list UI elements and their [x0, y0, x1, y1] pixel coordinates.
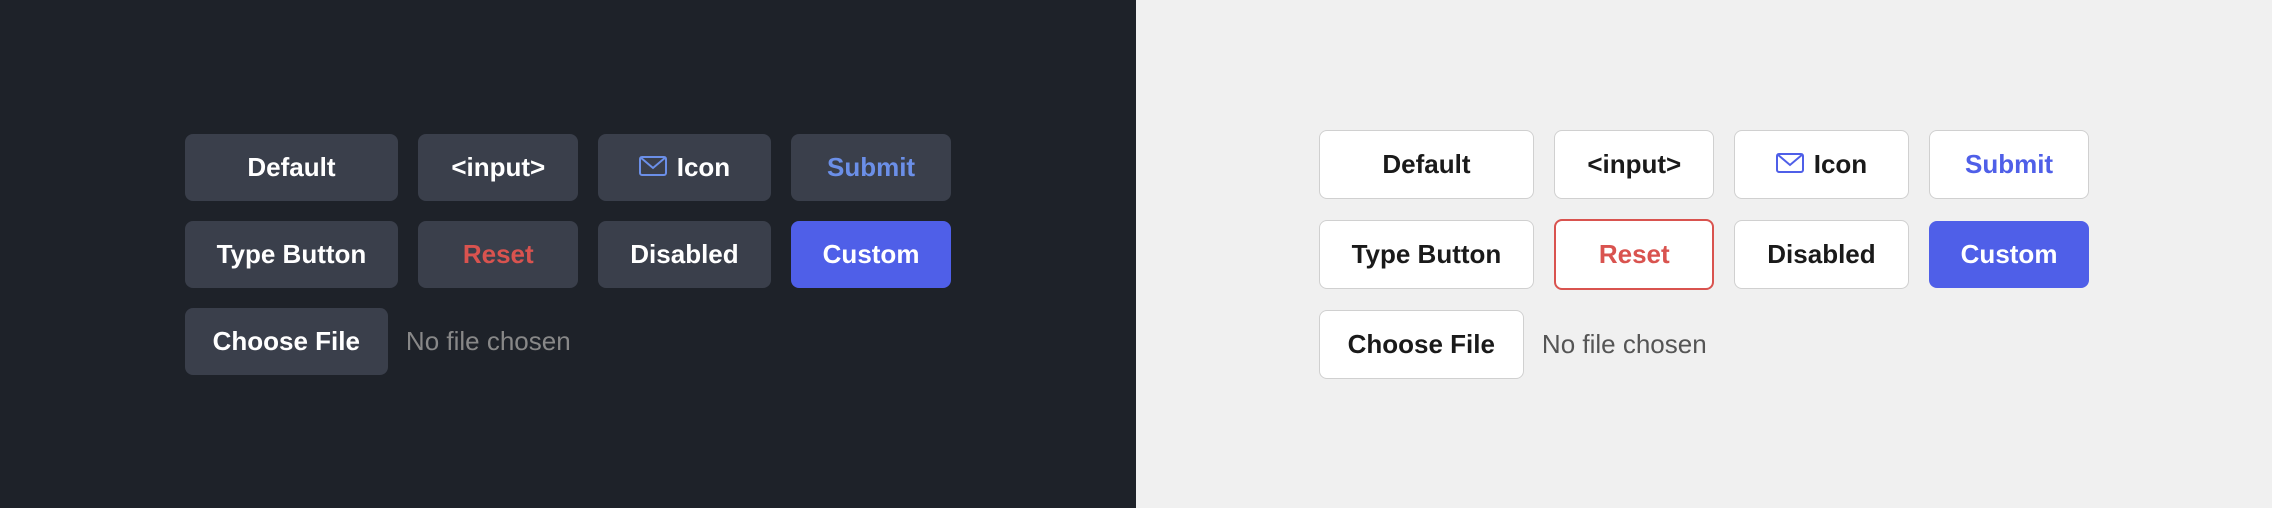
dark-custom-label: Custom	[823, 239, 920, 270]
light-input-label: <input>	[1587, 149, 1681, 180]
light-icon-label: Icon	[1814, 149, 1867, 180]
light-input-button[interactable]: <input>	[1554, 130, 1714, 199]
dark-icon-label: Icon	[677, 152, 730, 183]
light-custom-button[interactable]: Custom	[1929, 221, 2090, 288]
dark-submit-label: Submit	[827, 152, 915, 183]
envelope-icon-light	[1776, 149, 1804, 180]
light-choose-file-button[interactable]: Choose File	[1319, 310, 1524, 379]
dark-default-label: Default	[247, 152, 335, 183]
light-disabled-label: Disabled	[1767, 239, 1875, 270]
light-custom-label: Custom	[1961, 239, 2058, 270]
dark-type-button-button[interactable]: Type Button	[185, 221, 399, 288]
dark-panel: Default <input> Icon Submit Type Button …	[0, 0, 1136, 508]
light-reset-button[interactable]: Reset	[1554, 219, 1714, 290]
dark-custom-button[interactable]: Custom	[791, 221, 952, 288]
dark-icon-button[interactable]: Icon	[598, 134, 770, 201]
dark-disabled-button[interactable]: Disabled	[598, 221, 770, 288]
light-submit-button[interactable]: Submit	[1929, 130, 2090, 199]
light-default-label: Default	[1382, 149, 1470, 180]
light-icon-button[interactable]: Icon	[1734, 130, 1908, 199]
light-file-row: Choose File No file chosen	[1319, 310, 1715, 379]
dark-choose-file-button[interactable]: Choose File	[185, 308, 388, 375]
light-default-button[interactable]: Default	[1319, 130, 1535, 199]
dark-choose-file-label: Choose File	[213, 326, 360, 357]
dark-file-row: Choose File No file chosen	[185, 308, 579, 375]
dark-reset-label: Reset	[463, 239, 534, 270]
dark-input-button[interactable]: <input>	[418, 134, 578, 201]
light-submit-label: Submit	[1965, 149, 2053, 180]
light-button-grid: Default <input> Icon Submit Type Button …	[1319, 130, 2090, 379]
dark-submit-button[interactable]: Submit	[791, 134, 952, 201]
light-panel: Default <input> Icon Submit Type Button …	[1136, 0, 2272, 508]
dark-button-grid: Default <input> Icon Submit Type Button …	[185, 134, 952, 375]
light-disabled-button[interactable]: Disabled	[1734, 220, 1908, 289]
dark-type-button-label: Type Button	[217, 239, 367, 270]
dark-input-label: <input>	[451, 152, 545, 183]
dark-file-status: No file chosen	[406, 326, 571, 357]
envelope-icon	[639, 152, 667, 183]
dark-reset-button[interactable]: Reset	[418, 221, 578, 288]
dark-default-button[interactable]: Default	[185, 134, 399, 201]
dark-disabled-label: Disabled	[630, 239, 738, 270]
light-type-button-button[interactable]: Type Button	[1319, 220, 1535, 289]
light-choose-file-label: Choose File	[1348, 329, 1495, 360]
light-file-status: No file chosen	[1542, 329, 1707, 360]
light-type-button-label: Type Button	[1352, 239, 1502, 270]
light-reset-label: Reset	[1599, 239, 1670, 270]
